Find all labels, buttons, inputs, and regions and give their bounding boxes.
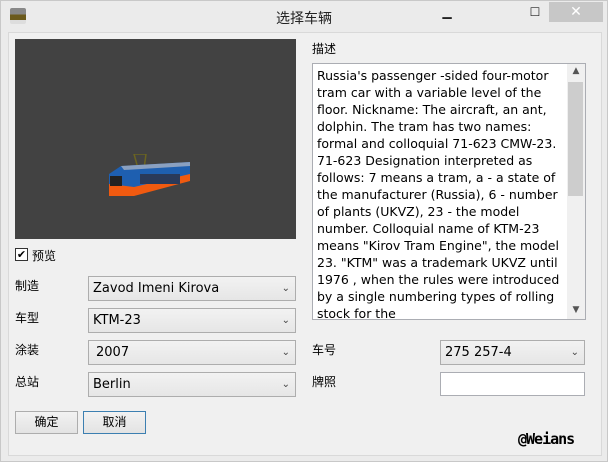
description-label: 描述 xyxy=(312,42,337,56)
chevron-down-icon: ⌄ xyxy=(281,283,290,294)
number-select[interactable]: 275 257-4 ⌄ xyxy=(440,340,585,365)
model-value: KTM-23 xyxy=(93,313,141,328)
model-select[interactable]: KTM-23 ⌄ xyxy=(88,308,296,333)
depot-select[interactable]: Berlin ⌄ xyxy=(88,372,296,397)
maximize-button[interactable]: ☐ xyxy=(520,2,550,22)
depot-label: 总站 xyxy=(15,375,40,389)
window-title: 选择车辆 xyxy=(276,11,332,27)
preview-checkbox[interactable]: ✔ xyxy=(15,248,28,261)
model-label: 车型 xyxy=(15,311,40,325)
chevron-down-icon: ⌄ xyxy=(570,347,579,358)
plate-label: 牌照 xyxy=(312,375,337,389)
scroll-up-icon[interactable]: ▲ xyxy=(567,66,585,76)
description-text: Russia's passenger -sided four-motor tra… xyxy=(317,68,560,320)
ok-button[interactable]: 确定 xyxy=(15,411,78,434)
description-textarea[interactable]: Russia's passenger -sided four-motor tra… xyxy=(312,63,586,320)
title-bar: 选择车辆 ▁ ☐ ✕ xyxy=(1,1,607,31)
manufacturer-label: 制造 xyxy=(15,279,40,293)
watermark: @Weians xyxy=(518,430,575,448)
livery-label: 涂装 xyxy=(15,343,40,357)
livery-value: 2007 xyxy=(96,345,130,360)
preview-checkbox-label: 预览 xyxy=(32,249,57,263)
livery-select[interactable]: 2007 ⌄ xyxy=(88,340,296,365)
scroll-down-icon[interactable]: ▼ xyxy=(567,305,585,315)
number-label: 车号 xyxy=(312,343,337,357)
chevron-down-icon: ⌄ xyxy=(281,379,290,390)
chevron-down-icon: ⌄ xyxy=(281,347,290,358)
depot-value: Berlin xyxy=(93,377,131,392)
close-button[interactable]: ✕ xyxy=(549,2,603,22)
tram-image xyxy=(109,154,190,196)
tram-preview xyxy=(15,39,296,239)
plate-input[interactable] xyxy=(440,372,585,396)
chevron-down-icon: ⌄ xyxy=(281,315,290,326)
manufacturer-value: Zavod Imeni Kirova xyxy=(93,281,220,296)
scrollbar-thumb[interactable] xyxy=(568,82,583,196)
minimize-button[interactable]: ▁ xyxy=(432,2,462,22)
number-value: 275 257-4 xyxy=(445,345,512,360)
cancel-button[interactable]: 取消 xyxy=(83,411,146,434)
manufacturer-select[interactable]: Zavod Imeni Kirova ⌄ xyxy=(88,276,296,301)
